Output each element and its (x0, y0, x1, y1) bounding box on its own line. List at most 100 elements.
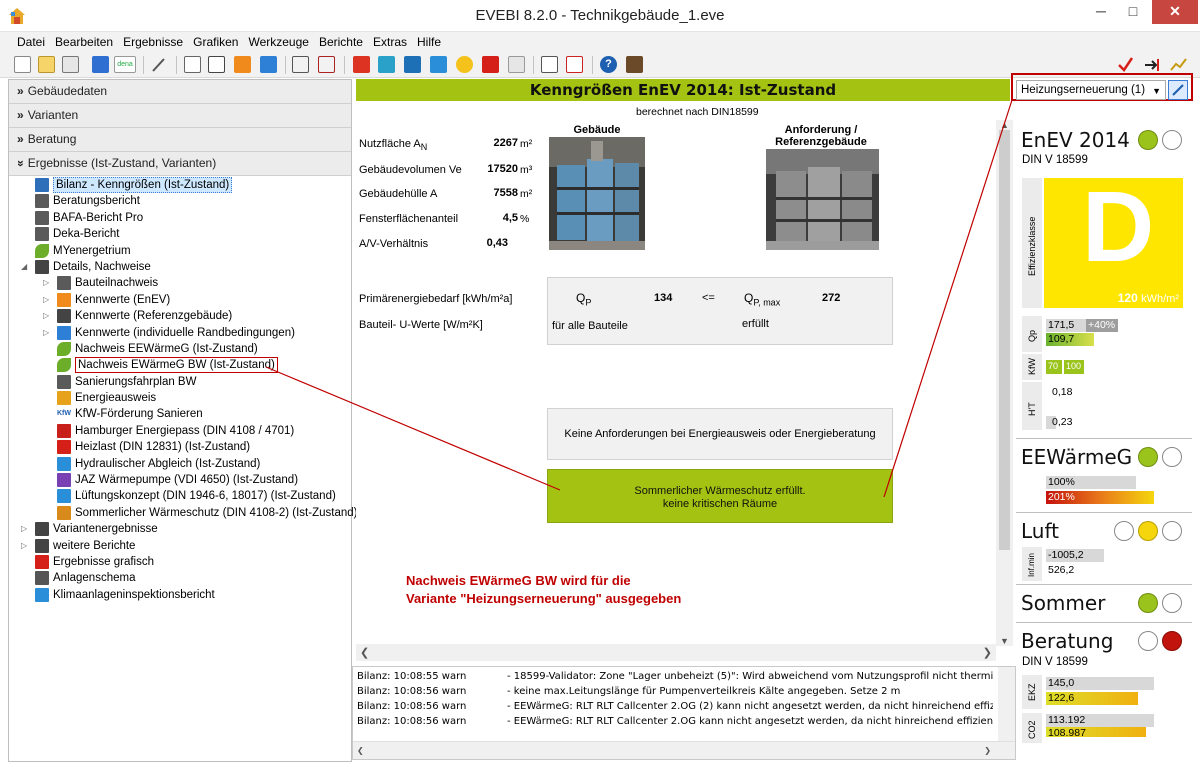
scroll-left-icon[interactable]: ❮ (360, 646, 369, 659)
menu-berichte[interactable]: Berichte (314, 32, 368, 49)
photo-building-label: Gebäude (573, 124, 621, 136)
section-gebaeudedaten[interactable]: » Gebäudedaten (9, 80, 351, 104)
tree-item[interactable]: ▷ Kennwerte (individuelle Randbedingungen… (9, 325, 351, 341)
qp-delta-badge: +40% (1086, 319, 1118, 332)
tree-item[interactable]: Heizlast (DIN 12831) (Ist-Zustand) (9, 439, 351, 455)
hierarchy-icon[interactable] (292, 56, 309, 73)
calculator-icon[interactable] (626, 56, 643, 73)
tree-item[interactable]: Bilanz - Kenngrößen (Ist-Zustand) (9, 177, 351, 193)
tree-item[interactable]: Sommerlicher Wärmeschutz (DIN 4108-2) (I… (9, 505, 357, 521)
house-icon[interactable] (508, 56, 525, 73)
section-beratung[interactable]: » Beratung (9, 128, 351, 152)
scroll-right-icon[interactable]: ❯ (984, 744, 991, 757)
expand-icon[interactable]: ▷ (43, 292, 51, 308)
tree-item[interactable]: Nachweis EEWärmeG (Ist-Zustand) (9, 341, 351, 357)
edit-variant-button[interactable] (1168, 80, 1188, 100)
wall-icon[interactable] (353, 56, 370, 73)
scroll-up-icon[interactable]: ▲ (996, 120, 1013, 130)
menu-datei[interactable]: Datei (12, 32, 50, 49)
list-icon[interactable] (318, 56, 335, 73)
menu-hilfe[interactable]: Hilfe (412, 32, 446, 49)
tree-item[interactable]: Hydraulischer Abgleich (Ist-Zustand) (9, 456, 351, 472)
tree-item[interactable]: Hamburger Energiepass (DIN 4108 / 4701) (9, 423, 351, 439)
tree-item[interactable]: KfW KfW-Förderung Sanieren (9, 406, 351, 422)
menu-bearbeiten[interactable]: Bearbeiten (50, 32, 118, 49)
close-button[interactable]: ✕ (1152, 0, 1198, 24)
tree-item[interactable]: Deka-Bericht (9, 226, 351, 242)
collapse-icon[interactable]: ◢ (21, 259, 29, 275)
tree-item[interactable]: Klimaanlageninspektionsbericht (9, 587, 351, 603)
new-file-icon[interactable] (14, 56, 31, 73)
scroll-left-icon[interactable]: ❮ (357, 744, 364, 757)
tree-item[interactable]: MYenergetrium (9, 243, 351, 259)
open-folder-icon[interactable] (38, 56, 55, 73)
expand-icon[interactable]: ▷ (43, 275, 51, 291)
trend-icon[interactable] (1170, 56, 1187, 73)
menu-ergebnisse[interactable]: Ergebnisse (118, 32, 188, 49)
tree-item[interactable]: Nachweis EWärmeG BW (Ist-Zustand) (9, 357, 351, 374)
kfw-axis: KfW (1022, 354, 1042, 380)
expand-icon[interactable]: ▷ (21, 538, 29, 554)
scrollbar-thumb[interactable] (999, 130, 1010, 550)
log-horizontal-scrollbar[interactable]: ❮ ❯ (353, 741, 1015, 759)
transfer-icon[interactable] (1144, 56, 1161, 73)
log-vertical-scrollbar[interactable] (998, 667, 1015, 741)
expand-icon[interactable]: ▷ (43, 308, 51, 324)
scroll-right-icon[interactable]: ❯ (983, 646, 992, 659)
wand-icon[interactable] (150, 56, 167, 73)
lightning-icon[interactable] (482, 56, 499, 73)
center-horizontal-scrollbar[interactable]: ❮ ❯ (356, 644, 996, 661)
tree-item[interactable]: Lüftungskonzept (DIN 1946-6, 18017) (Ist… (9, 488, 351, 504)
document-icon[interactable] (184, 56, 201, 73)
tree-item[interactable]: Energieausweis (9, 390, 351, 406)
grid-icon[interactable] (378, 56, 395, 73)
ekz-bar-1: 145,0 (1046, 677, 1154, 690)
copy-icon[interactable] (62, 56, 79, 73)
minimize-button[interactable]: ─ (1088, 0, 1114, 24)
report-icon[interactable] (541, 56, 558, 73)
maximize-button[interactable]: □ (1120, 0, 1146, 24)
section-ergebnisse[interactable]: »Ergebnisse (Ist-Zustand, Varianten) (9, 152, 351, 176)
tree-item[interactable]: JAZ Wärmepumpe (VDI 4650) (Ist-Zustand) (9, 472, 351, 488)
menu-extras[interactable]: Extras (368, 32, 412, 49)
expand-icon[interactable]: ▷ (21, 521, 29, 537)
blue-arrow-icon[interactable] (260, 56, 277, 73)
fan-icon[interactable] (430, 56, 447, 73)
redo-icon[interactable] (92, 56, 109, 73)
menu-grafiken[interactable]: Grafiken (188, 32, 243, 49)
help-icon[interactable]: ? (600, 56, 617, 73)
checkmark-icon[interactable] (1117, 56, 1134, 73)
luft-value-2: 526,2 (1048, 564, 1075, 576)
tree-item-label: Nachweis EEWärmeG (Ist-Zustand) (75, 342, 258, 355)
tree-icon[interactable] (208, 56, 225, 73)
variant-select[interactable]: Heizungserneuerung (1) ▼ (1016, 80, 1166, 100)
tree-item-label: Hydraulischer Abgleich (Ist-Zustand) (75, 457, 261, 470)
globe-icon[interactable] (404, 56, 421, 73)
tree-item[interactable]: ▷ Bauteilnachweis (9, 275, 351, 291)
tree-item[interactable]: ▷ Kennwerte (Referenzgebäude) (9, 308, 351, 324)
orange-arrow-icon[interactable] (234, 56, 251, 73)
expand-icon[interactable]: ▷ (43, 325, 51, 341)
tree-item-label: Klimaanlageninspektionsbericht (53, 588, 215, 601)
hydraulic-icon (57, 456, 71, 471)
tree-item[interactable]: Anlagenschema (9, 570, 351, 586)
menu-werkzeuge[interactable]: Werkzeuge (243, 32, 313, 49)
report-red-icon[interactable] (566, 56, 583, 73)
dena-icon[interactable]: dena (114, 56, 136, 73)
center-vertical-scrollbar[interactable]: ▲ ▼ (996, 120, 1013, 646)
tree-item[interactable]: Sanierungsfahrplan BW (9, 374, 351, 390)
tree-item[interactable]: BAFA-Bericht Pro (9, 210, 351, 226)
status-green-light (1138, 130, 1158, 150)
scroll-down-icon[interactable]: ▼ (996, 636, 1013, 646)
tree-item[interactable]: Ergebnisse grafisch (9, 554, 351, 570)
section-varianten[interactable]: » Varianten (9, 104, 351, 128)
sun-icon[interactable] (456, 56, 473, 73)
tree-item[interactable]: ◢ Details, Nachweise (9, 259, 351, 275)
tree-item[interactable]: Beratungsbericht (9, 193, 351, 209)
variant-value: Heizungserneuerung (1) (1021, 84, 1146, 96)
tree-item[interactable]: ▷ Kennwerte (EnEV) (9, 292, 351, 308)
tree-item[interactable]: ▷ weitere Berichte (9, 538, 351, 554)
luft-title: Luft (1021, 519, 1059, 543)
tree-item[interactable]: ▷ Variantenergebnisse (9, 521, 351, 537)
annotation-line-1: Nachweis EWärmeG BW wird für die (406, 573, 631, 588)
